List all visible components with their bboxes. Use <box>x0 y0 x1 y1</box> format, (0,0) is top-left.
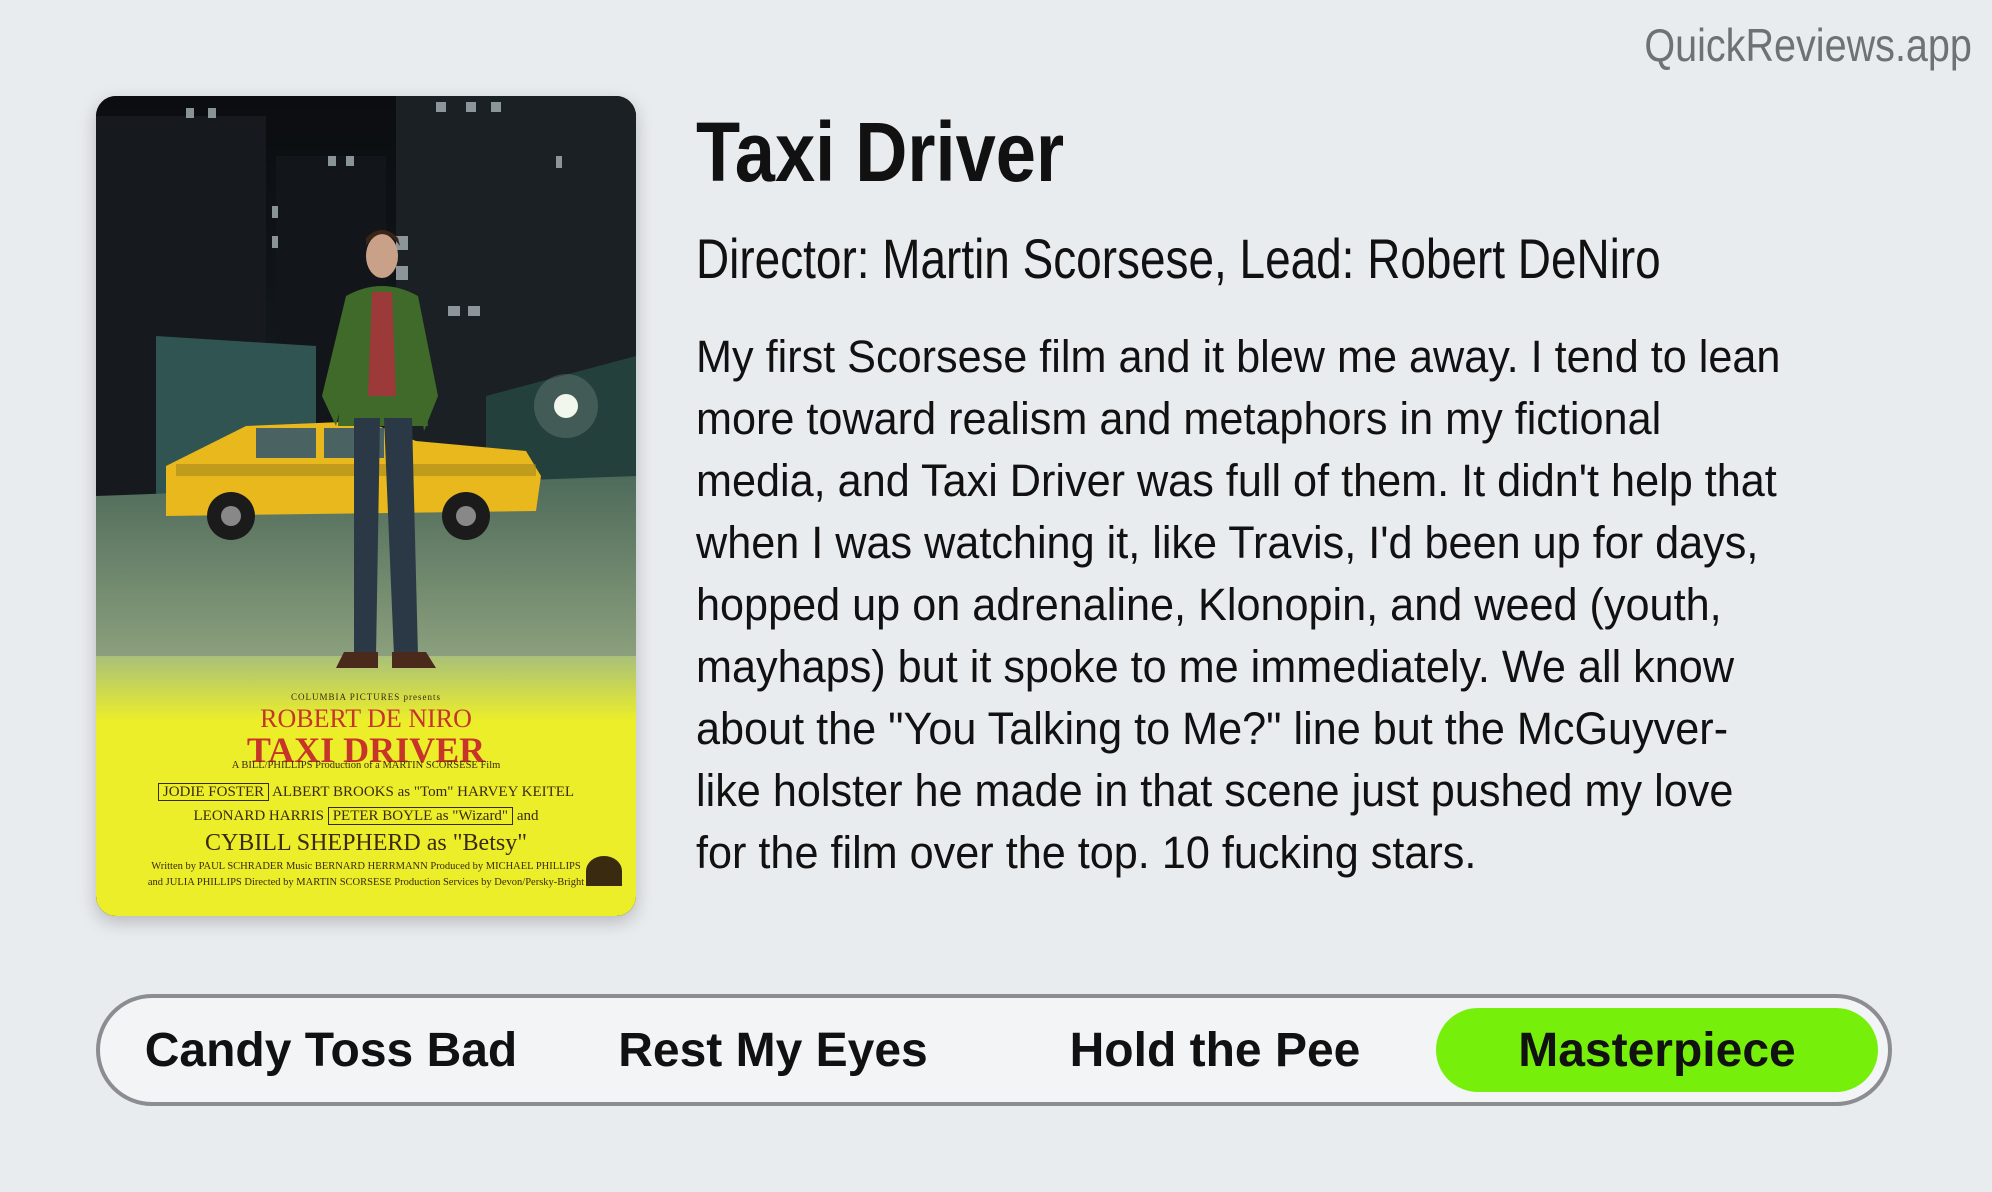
rating-option-candy-toss-bad[interactable]: Candy Toss Bad <box>110 1008 552 1092</box>
rating-selector: Candy Toss Bad Rest My Eyes Hold the Pee… <box>96 994 1892 1106</box>
brand-label: QuickReviews.app <box>1644 19 1972 71</box>
poster-cast-and: and <box>516 808 539 824</box>
poster-production: A BILL/PHILLIPS Production of a MARTIN S… <box>231 760 501 771</box>
poster-cast-line-1: JODIE FOSTER ALBERT BROOKS as "Tom" HARV… <box>96 783 636 801</box>
movie-poster: COLUMBIA PICTURES presents ROBERT DE NIR… <box>96 96 636 916</box>
movie-title: Taxi Driver <box>696 105 1065 199</box>
poster-cast-boxed-name: PETER BOYLE as "Wizard" <box>327 807 514 825</box>
poster-credits-line-1: Written by PAUL SCHRADER Music BERNARD H… <box>151 861 581 872</box>
poster-credits-line-2: and JULIA PHILLIPS Directed by MARTIN SC… <box>147 877 585 888</box>
poster-cast-line-3: CYBILL SHEPHERD as "Betsy" <box>204 830 528 856</box>
rating-option-rest-my-eyes[interactable]: Rest My Eyes <box>552 1008 994 1092</box>
rating-option-masterpiece[interactable]: Masterpiece <box>1436 1008 1878 1092</box>
poster-cast-names: ALBERT BROOKS as "Tom" HARVEY KEITEL <box>272 784 575 800</box>
poster-cast-boxed-name: JODIE FOSTER <box>157 783 270 801</box>
rating-option-hold-the-pee[interactable]: Hold the Pee <box>994 1008 1436 1092</box>
poster-presents: COLUMBIA PICTURES presents <box>290 692 441 702</box>
review-card: QuickReviews.app COLUMBIA PICTURES prese… <box>0 0 1992 1192</box>
poster-cast-name: LEONARD HARRIS <box>193 808 324 824</box>
review-text: My first Scorsese film and it blew me aw… <box>696 331 1781 878</box>
poster-cast-line-2: LEONARD HARRIS PETER BOYLE as "Wizard" a… <box>96 807 636 825</box>
studio-logo-icon <box>586 856 622 886</box>
movie-credits: Director: Martin Scorsese, Lead: Robert … <box>696 227 1661 290</box>
